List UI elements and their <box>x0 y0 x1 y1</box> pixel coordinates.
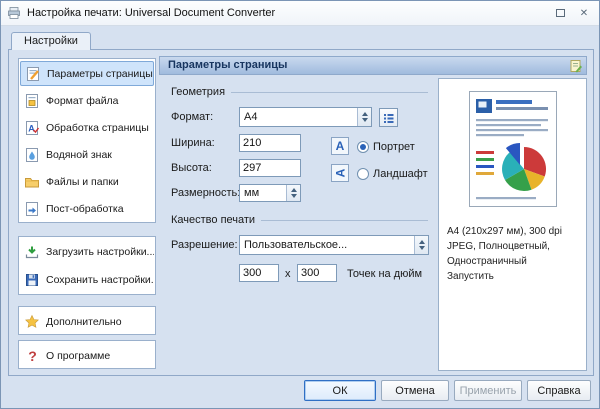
help-button[interactable]: Справка <box>527 380 591 401</box>
sidebar-item-label: Водяной знак <box>46 149 112 161</box>
watermark-icon <box>24 147 40 163</box>
format-list-button[interactable] <box>379 108 398 127</box>
document-preview-thumbnail <box>469 91 557 207</box>
sidebar-item-files-folders[interactable]: Файлы и папки <box>20 168 154 195</box>
sidebar-item-label: Сохранить настройки... <box>46 274 154 286</box>
window-title: Настройка печати: Universal Document Con… <box>27 7 275 19</box>
advanced-item[interactable]: Дополнительно <box>20 308 154 335</box>
dpi-x-input[interactable] <box>239 264 279 282</box>
preview-info: A4 (210x297 мм), 300 dpi JPEG, Полноцвет… <box>439 210 586 284</box>
group-divider <box>261 220 428 221</box>
save-settings-item[interactable]: Сохранить настройки... <box>20 266 154 294</box>
file-format-icon <box>24 93 40 109</box>
sidebar-item-page-parameters[interactable]: Параметры страницы <box>20 61 154 86</box>
sidebar-item-label: Параметры страницы <box>47 68 153 80</box>
print-settings-window: Настройка печати: Universal Document Con… <box>0 0 600 409</box>
resolution-value: Пользовательское... <box>240 239 414 251</box>
geometry-group-header: Геометрия <box>171 86 428 98</box>
ok-button[interactable]: ОК <box>304 380 376 401</box>
landscape-radio[interactable] <box>357 168 369 180</box>
sidebar-item-label: О программе <box>46 350 110 362</box>
window-controls: ✕ <box>551 5 593 21</box>
tab-settings[interactable]: Настройки <box>11 32 91 50</box>
preview-panel: A4 (210x297 мм), 300 dpi JPEG, Полноцвет… <box>438 78 587 371</box>
preview-info-line1: A4 (210x297 мм), 300 dpi <box>447 224 578 239</box>
sidebar-item-file-format[interactable]: Формат файла <box>20 87 154 114</box>
star-icon <box>24 314 40 330</box>
svg-text:A: A <box>28 123 35 133</box>
close-icon: ✕ <box>580 8 588 19</box>
quality-group-title: Качество печати <box>171 214 255 226</box>
maximize-icon <box>556 9 565 17</box>
sidebar-item-label: Файлы и папки <box>46 176 119 188</box>
maximize-button[interactable] <box>551 5 569 21</box>
dimension-value: мм <box>240 187 286 199</box>
dimension-select[interactable]: мм <box>239 184 301 202</box>
printer-icon <box>7 6 21 20</box>
about-item[interactable]: ? О программе <box>20 342 154 369</box>
notes-icon <box>569 59 583 73</box>
spinner-icon[interactable] <box>357 108 371 126</box>
preview-info-line3: Запустить <box>447 269 578 284</box>
list-icon <box>383 112 395 124</box>
main-panel-title: Параметры страницы <box>168 59 287 71</box>
dimension-label: Размерность: <box>171 183 240 203</box>
sidebar-item-label: Формат файла <box>46 95 119 107</box>
geometry-group-title: Геометрия <box>171 86 225 98</box>
portrait-label: Портрет <box>373 139 415 155</box>
page-processing-icon: A <box>24 120 40 136</box>
landscape-label: Ландшафт <box>373 166 428 182</box>
width-label: Ширина: <box>171 133 215 153</box>
page-edit-icon <box>25 66 41 82</box>
sidebar-item-post-processing[interactable]: Пост-обработка <box>20 195 154 222</box>
sidebar-settings-actions: Загрузить настройки... Сохранить настрой… <box>18 236 156 295</box>
preview-info-line2: JPEG, Полноцветный, Одностраничный <box>447 239 578 269</box>
resolution-select[interactable]: Пользовательское... <box>239 235 429 255</box>
format-label: Формат: <box>171 107 213 127</box>
dpi-y-input[interactable] <box>297 264 337 282</box>
landscape-orientation-icon: A <box>331 164 349 182</box>
cancel-button[interactable]: Отмена <box>381 380 449 401</box>
width-input[interactable] <box>239 134 301 152</box>
sidebar-sections: Параметры страницы Формат файла A Обрабо… <box>18 58 156 223</box>
sidebar-item-label: Пост-обработка <box>46 203 124 215</box>
settings-page: Параметры страницы Формат файла A Обрабо… <box>8 49 594 376</box>
group-divider <box>231 92 428 93</box>
sidebar-advanced-box: Дополнительно <box>18 306 156 335</box>
spinner-icon[interactable] <box>414 236 428 254</box>
save-settings-icon <box>24 272 40 288</box>
sidebar-item-watermark[interactable]: Водяной знак <box>20 141 154 168</box>
format-value: A4 <box>240 111 357 123</box>
sidebar-item-label: Загрузить настройки... <box>46 246 154 258</box>
folder-icon <box>24 174 40 190</box>
height-input[interactable] <box>239 159 301 177</box>
dialog-buttons: ОК Отмена Применить Справка <box>304 380 591 401</box>
resolution-label: Разрешение: <box>171 235 238 255</box>
svg-text:?: ? <box>28 348 37 364</box>
portrait-orientation-icon: A <box>331 137 349 155</box>
spinner-icon[interactable] <box>286 185 300 201</box>
apply-button[interactable]: Применить <box>454 380 522 401</box>
load-settings-item[interactable]: Загрузить настройки... <box>20 238 154 266</box>
format-select[interactable]: A4 <box>239 107 372 127</box>
dpi-units-label: Точек на дюйм <box>347 264 422 284</box>
dpi-separator: x <box>285 264 291 284</box>
sidebar-item-page-processing[interactable]: A Обработка страницы <box>20 114 154 141</box>
load-settings-icon <box>24 244 40 260</box>
sidebar-item-label: Обработка страницы <box>46 122 149 134</box>
question-icon: ? <box>24 348 40 364</box>
post-processing-icon <box>24 201 40 217</box>
sidebar-item-label: Дополнительно <box>46 316 122 328</box>
quality-group-header: Качество печати <box>171 214 428 226</box>
titlebar: Настройка печати: Universal Document Con… <box>1 1 599 26</box>
sidebar-about-box: ? О программе <box>18 340 156 369</box>
height-label: Высота: <box>171 158 212 178</box>
letter-a-rotated: A <box>333 169 347 178</box>
close-button[interactable]: ✕ <box>575 5 593 21</box>
main-panel-header: Параметры страницы <box>159 56 587 75</box>
portrait-radio[interactable] <box>357 141 369 153</box>
letter-a: A <box>336 139 345 153</box>
